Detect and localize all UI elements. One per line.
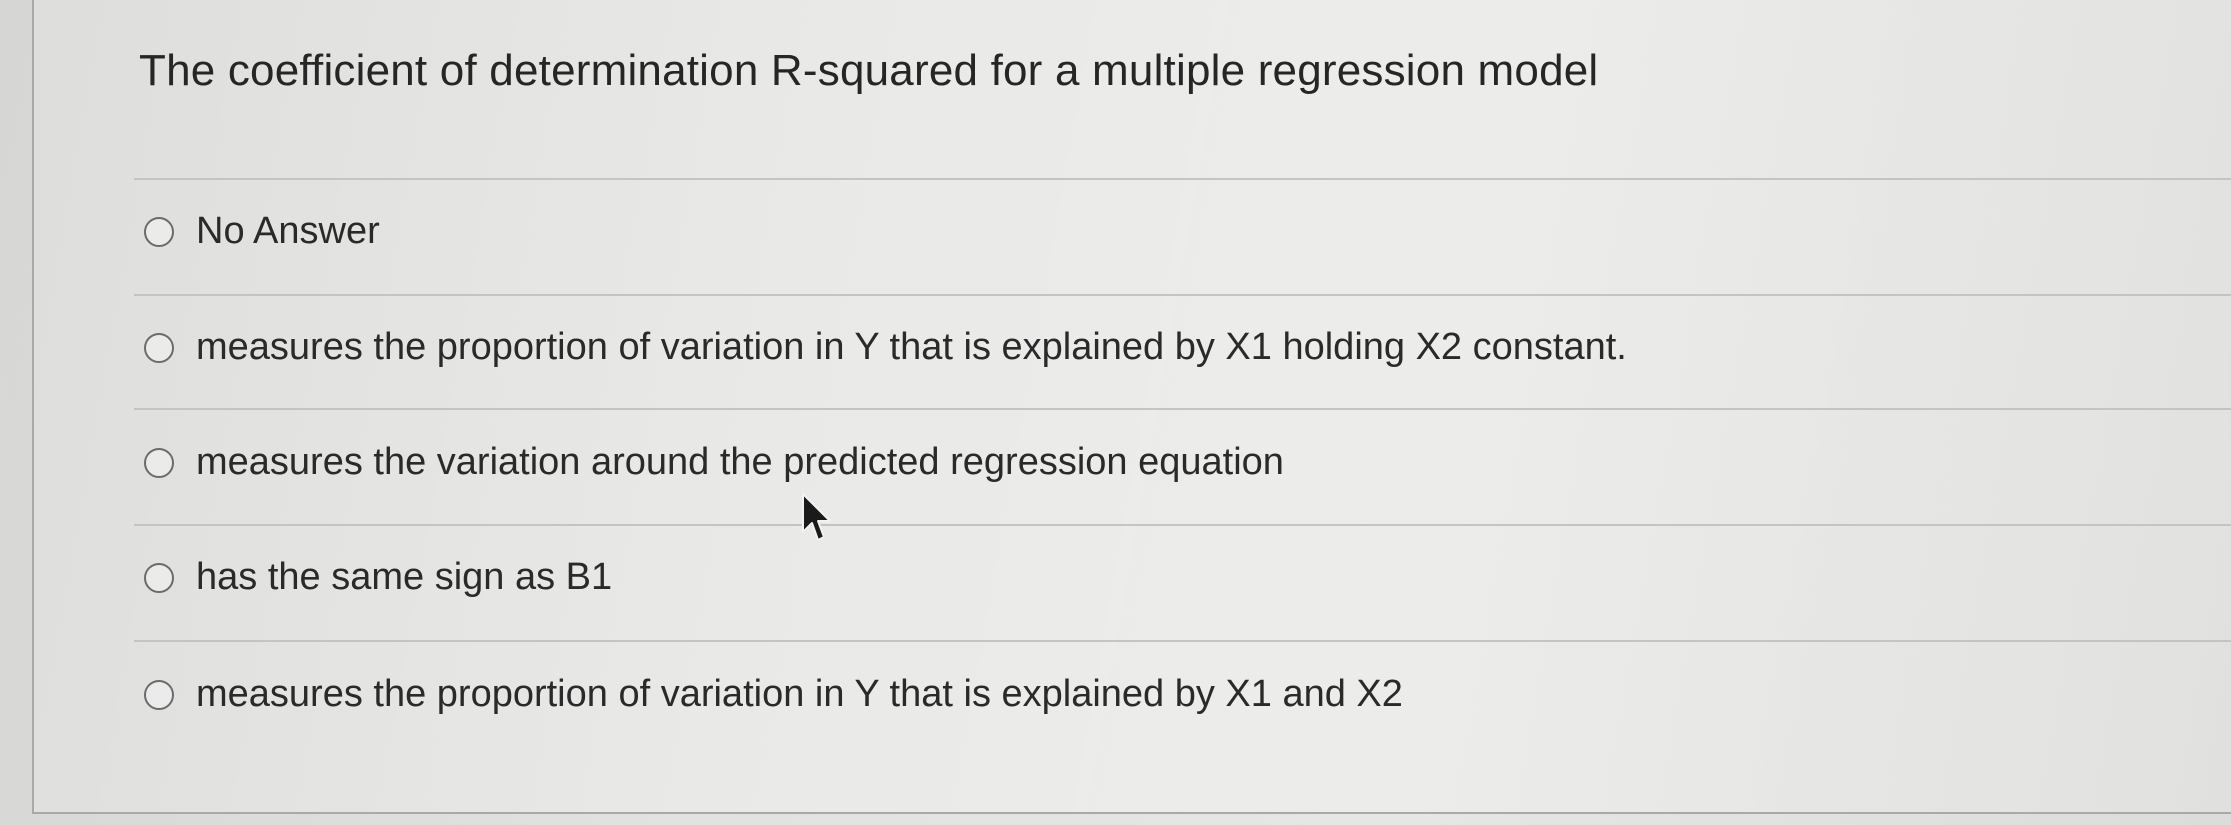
- option-x1-and-x2[interactable]: measures the proportion of variation in …: [144, 673, 1403, 716]
- option-no-answer[interactable]: No Answer: [144, 210, 380, 253]
- question-text: The coefficient of determination R-squar…: [139, 46, 1599, 95]
- divider: [134, 408, 2231, 410]
- option-x1-holding-x2[interactable]: measures the proportion of variation in …: [144, 326, 1627, 369]
- divider: [134, 294, 2231, 296]
- option-label: has the same sign as B1: [196, 556, 613, 598]
- option-variation-around-equation[interactable]: measures the variation around the predic…: [144, 441, 1284, 484]
- option-label: measures the proportion of variation in …: [196, 326, 1627, 368]
- option-label: measures the variation around the predic…: [196, 441, 1284, 483]
- radio-button-x1-holding-x2[interactable]: [144, 332, 174, 363]
- mouse-pointer-icon: [802, 493, 831, 541]
- radio-button-same-sign-b1[interactable]: [144, 562, 174, 593]
- radio-button-no-answer[interactable]: [144, 216, 174, 247]
- option-label: No Answer: [196, 210, 380, 252]
- divider: [134, 178, 2231, 180]
- radio-button-x1-and-x2[interactable]: [144, 679, 174, 710]
- divider: [134, 524, 2231, 526]
- divider: [134, 640, 2231, 642]
- radio-button-variation-around-equation[interactable]: [144, 447, 174, 478]
- question-card: The coefficient of determination R-squar…: [32, 0, 2231, 814]
- option-same-sign-b1[interactable]: has the same sign as B1: [144, 556, 612, 599]
- option-label: measures the proportion of variation in …: [196, 673, 1403, 715]
